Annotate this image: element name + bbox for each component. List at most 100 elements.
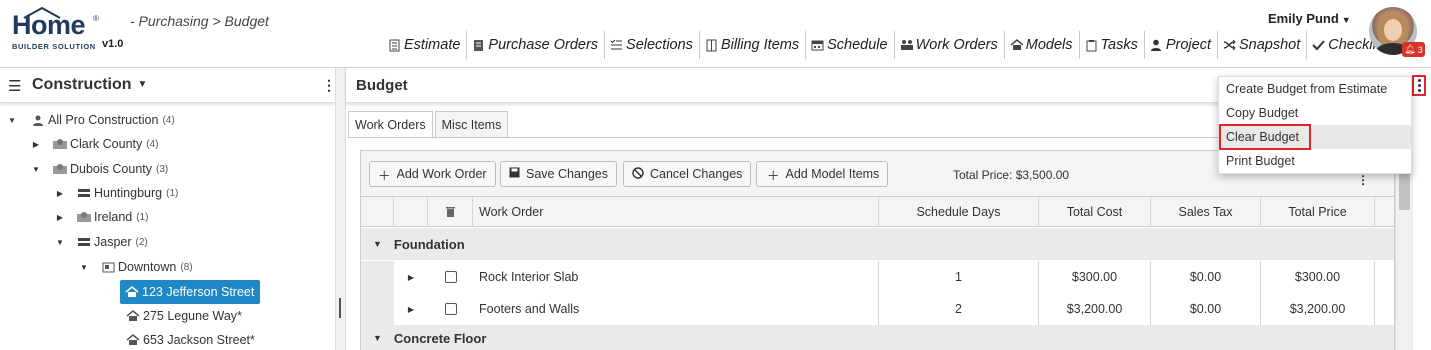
vertical-scrollbar[interactable] <box>1395 150 1413 350</box>
map-pin-icon <box>52 162 68 176</box>
cell-sales-tax: $0.00 <box>1151 261 1261 293</box>
top-nav: Estimate Purchase Orders Selections Bill… <box>383 31 1393 59</box>
house-icon <box>125 309 141 323</box>
kebab-menu-icon[interactable]: ⋮ <box>322 77 336 94</box>
cell-work-order: Footers and Walls <box>479 293 879 325</box>
cancel-changes-button[interactable]: Cancel Changes <box>623 161 752 187</box>
nav-label: Snapshot <box>1238 37 1301 53</box>
caret-down-icon[interactable]: ▼ <box>78 263 90 272</box>
nav-project[interactable]: Project <box>1145 31 1218 59</box>
budget-options-menu: Create Budget from Estimate Copy Budget … <box>1218 76 1412 174</box>
table-row[interactable]: ▶ Footers and Walls 2 $3,200.00 $0.00 $3… <box>361 293 1394 325</box>
logo-home-text: Home <box>12 10 86 40</box>
caret-down-icon[interactable]: ▼ <box>373 239 382 249</box>
breadcrumb: - Purchasing > Budget <box>130 13 269 29</box>
bell-icon: 🔔︎ <box>1404 44 1416 54</box>
nav-purchase-orders[interactable]: Purchase Orders <box>467 31 606 59</box>
col-schedule-days[interactable]: Schedule Days <box>879 197 1039 227</box>
plus-icon: ＋ <box>767 168 780 183</box>
save-changes-button[interactable]: Save Changes <box>500 161 618 187</box>
checklist-icon <box>610 39 623 52</box>
row-checkbox[interactable] <box>444 303 457 315</box>
caret-right-icon[interactable]: ▶ <box>54 189 66 198</box>
nav-schedule[interactable]: Schedule <box>806 31 895 59</box>
expand-row-caret-icon[interactable]: ▶ <box>394 293 428 325</box>
map-pin-icon <box>76 210 92 224</box>
user-menu[interactable]: Emily Pund ▼ <box>1268 11 1351 26</box>
ledger-icon <box>705 39 718 52</box>
caret-down-icon[interactable]: ▼ <box>54 238 66 247</box>
tree-node-downtown[interactable]: ▼ Downtown (8) <box>78 257 193 277</box>
menu-item-clear-budget[interactable]: Clear Budget <box>1219 125 1411 149</box>
budget-grid: ＋ Add Work Order Save Changes Cancel Chan… <box>360 150 1395 350</box>
nav-label: Tasks <box>1100 37 1138 53</box>
add-model-items-button[interactable]: ＋ Add Model Items <box>756 161 889 187</box>
road-icon <box>76 235 92 249</box>
caret-right-icon[interactable]: ▶ <box>54 213 66 222</box>
app-version: v1.0 <box>102 38 124 50</box>
app-logo[interactable]: Home ® BUILDER SOLUTION v1.0 <box>10 6 124 56</box>
nav-estimate[interactable]: Estimate <box>383 31 468 59</box>
caret-right-icon[interactable]: ▶ <box>30 140 42 149</box>
group-row-concrete-floor[interactable]: ▼ Concrete Floor <box>361 325 1394 350</box>
menu-item-print-budget[interactable]: Print Budget <box>1219 149 1411 173</box>
table-row[interactable]: ▶ Rock Interior Slab 1 $300.00 $0.00 $30… <box>361 261 1394 293</box>
caret-down-icon[interactable]: ▼ <box>30 165 42 174</box>
nav-label: Billing Items <box>720 37 800 53</box>
cell-total-price: $300.00 <box>1261 261 1375 293</box>
nav-work-orders[interactable]: Work Orders <box>895 31 1005 59</box>
house-icon <box>124 285 140 299</box>
col-total-cost[interactable]: Total Cost <box>1039 197 1151 227</box>
hamburger-icon[interactable]: ☰ <box>8 77 21 95</box>
nav-label: Work Orders <box>915 37 998 53</box>
workers-icon <box>900 39 913 52</box>
add-work-order-button[interactable]: ＋ Add Work Order <box>369 161 496 187</box>
panel-splitter[interactable] <box>335 68 346 350</box>
col-sales-tax[interactable]: Sales Tax <box>1151 197 1261 227</box>
expand-row-caret-icon[interactable]: ▶ <box>394 261 428 293</box>
receipt-icon <box>472 39 485 52</box>
nav-label: Models <box>1025 37 1073 53</box>
tree-node-275-legune[interactable]: 275 Legune Way* <box>125 306 242 326</box>
tree-node-dubois[interactable]: ▼ Dubois County (3) <box>30 159 168 179</box>
tree-node-653-jackson[interactable]: 653 Jackson Street* <box>125 330 255 350</box>
tree-node-123-jefferson[interactable]: 123 Jefferson Street <box>120 280 261 304</box>
row-checkbox[interactable] <box>444 271 457 283</box>
tree-node-huntingburg[interactable]: ▶ Huntingburg (1) <box>54 183 178 203</box>
nav-tasks[interactable]: Tasks <box>1080 31 1145 59</box>
nav-models[interactable]: Models <box>1005 31 1080 59</box>
tab-work-orders[interactable]: Work Orders <box>348 111 433 137</box>
page-options-kebab-icon[interactable] <box>1412 75 1426 96</box>
nav-selections[interactable]: Selections <box>605 31 700 59</box>
group-row-foundation[interactable]: ▼ Foundation <box>361 228 1394 260</box>
tab-bar: Work Orders Misc Items <box>348 111 510 137</box>
caret-down-icon[interactable]: ▼ <box>373 333 382 343</box>
nav-snapshot[interactable]: Snapshot <box>1218 31 1308 59</box>
notification-badge[interactable]: 🔔︎ 3 <box>1402 42 1425 57</box>
nav-billing-items[interactable]: Billing Items <box>700 31 807 59</box>
col-total-price[interactable]: Total Price <box>1261 197 1375 227</box>
caret-down-icon[interactable]: ▼ <box>6 116 18 125</box>
menu-item-copy-budget[interactable]: Copy Budget <box>1219 101 1411 125</box>
tree-node-jasper[interactable]: ▼ Jasper (2) <box>54 232 148 252</box>
menu-item-create-budget-from-estimate[interactable]: Create Budget from Estimate <box>1219 77 1411 101</box>
road-icon <box>76 186 92 200</box>
calendar-icon <box>811 39 824 52</box>
tree-node-ireland[interactable]: ▶ Ireland (1) <box>54 207 149 227</box>
panel-title[interactable]: Construction ▼ <box>32 76 147 94</box>
grid-options-kebab-icon[interactable]: ⋮ <box>1357 173 1369 187</box>
house-icon <box>1010 39 1023 52</box>
col-work-order[interactable]: Work Order <box>473 197 879 227</box>
cancel-circle-icon <box>632 166 644 182</box>
cell-total-cost: $3,200.00 <box>1039 293 1151 325</box>
grid-column-headers: Work Order Schedule Days Total Cost Sale… <box>361 197 1394 227</box>
caret-down-icon: ▼ <box>137 79 148 90</box>
check-icon <box>1312 39 1326 52</box>
cell-work-order: Rock Interior Slab <box>479 261 879 293</box>
caret-down-icon: ▼ <box>1341 15 1351 25</box>
delete-column-trash-icon[interactable] <box>428 197 473 227</box>
tree-node-all-pro[interactable]: ▼ All Pro Construction (4) <box>6 110 175 130</box>
nav-label: Selections <box>626 37 693 53</box>
tree-node-clark[interactable]: ▶ Clark County (4) <box>30 134 159 154</box>
tab-misc-items[interactable]: Misc Items <box>434 111 509 137</box>
